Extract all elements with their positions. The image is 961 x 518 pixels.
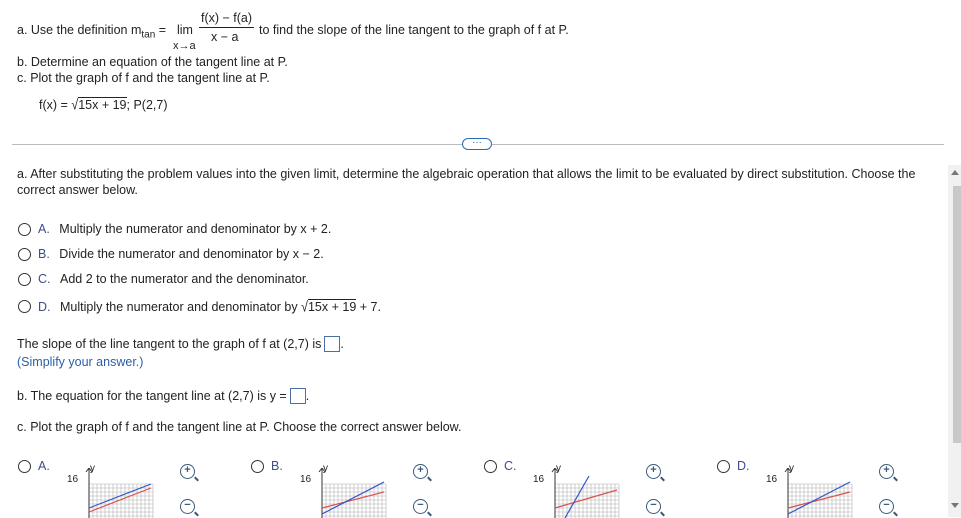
option-a-radio[interactable] xyxy=(18,223,31,236)
tangent-question: b. The equation for the tangent line at … xyxy=(17,388,309,404)
zoom-out-icon[interactable]: − xyxy=(180,499,195,514)
problem-a-suffix: to find the slope of the line tangent to… xyxy=(259,23,569,37)
problem-part-a: a. Use the definition mtan = xyxy=(17,23,166,41)
option-b-radio[interactable] xyxy=(18,248,31,261)
graph-a-y-tick: 16 xyxy=(67,474,79,485)
option-d-radio[interactable] xyxy=(18,300,31,313)
graph-c-radio[interactable] xyxy=(484,460,497,473)
graph-c-letter: C. xyxy=(504,459,517,473)
scroll-up-icon[interactable] xyxy=(951,170,959,175)
graph-a-letter: A. xyxy=(38,459,50,473)
option-a-letter: A. xyxy=(38,222,50,236)
scroll-down-icon[interactable] xyxy=(951,503,959,508)
problem-part-b: b. Determine an equation of the tangent … xyxy=(17,55,288,69)
equals-sign: = xyxy=(158,23,167,37)
sqrt-sign: √ xyxy=(301,298,308,316)
period: . xyxy=(340,337,344,351)
graph-choice-b[interactable]: B. 16 y + − xyxy=(250,458,440,518)
graph-b-tangent xyxy=(321,481,385,515)
option-d-radicand: 15x + 19 xyxy=(307,299,357,314)
limit-subscript: x→a xyxy=(173,40,196,52)
option-d[interactable]: D. Multiply the numerator and denominato… xyxy=(38,298,381,316)
graph-a-grid xyxy=(88,483,154,518)
period: . xyxy=(305,389,310,403)
option-b-letter: B. xyxy=(38,247,50,261)
slope-question: The slope of the line tangent to the gra… xyxy=(17,336,344,352)
definition-text: a. Use the definition m xyxy=(17,23,142,37)
graph-c-plot[interactable] xyxy=(545,468,625,518)
slope-answer-input[interactable] xyxy=(324,336,341,352)
option-d-suffix: + 7. xyxy=(359,300,381,314)
tangent-prompt: b. The equation for the tangent line at … xyxy=(17,389,287,403)
option-d-text: Multiply the numerator and denominator b… xyxy=(59,300,298,314)
graph-b-grid xyxy=(321,483,387,518)
fraction-bar xyxy=(199,27,254,28)
point-p: ; P(2,7) xyxy=(126,98,168,112)
zoom-in-icon[interactable]: + xyxy=(413,464,428,479)
zoom-in-icon[interactable]: + xyxy=(646,464,661,479)
option-a-text: Multiply the numerator and denominator b… xyxy=(59,222,332,236)
zoom-out-icon[interactable]: − xyxy=(879,499,894,514)
graph-d-radio[interactable] xyxy=(717,460,730,473)
graph-b-plot[interactable] xyxy=(312,468,392,518)
graph-d-tangent xyxy=(787,481,851,515)
question-a-text: a. After substituting the problem values… xyxy=(17,167,916,197)
simplify-hint: (Simplify your answer.) xyxy=(17,355,144,369)
more-button[interactable]: ··· xyxy=(462,138,492,150)
tan-subscript: tan xyxy=(141,29,156,41)
graph-b-letter: B. xyxy=(271,459,283,473)
graph-choice-a[interactable]: A. 16 y + − xyxy=(17,458,207,518)
graph-d-grid xyxy=(787,483,853,518)
function-radicand: 15x + 19 xyxy=(78,97,127,112)
option-b[interactable]: B. Divide the numerator and denominator … xyxy=(38,247,324,261)
slope-prompt: The slope of the line tangent to the gra… xyxy=(17,337,322,351)
option-c-text: Add 2 to the numerator and the denominat… xyxy=(59,272,309,286)
option-c-radio[interactable] xyxy=(18,273,31,286)
zoom-in-icon[interactable]: + xyxy=(180,464,195,479)
graph-choice-d[interactable]: D. 16 y + − xyxy=(716,458,906,518)
graph-c-grid xyxy=(554,483,620,518)
option-c[interactable]: C. Add 2 to the numerator and the denomi… xyxy=(38,272,309,286)
graph-d-plot[interactable] xyxy=(778,468,858,518)
option-b-text: Divide the numerator and denominator by … xyxy=(59,247,324,261)
option-a[interactable]: A. Multiply the numerator and denominato… xyxy=(38,222,331,236)
graph-c-curve xyxy=(554,489,618,509)
plot-prompt: c. Plot the graph of f and the tangent l… xyxy=(17,420,462,434)
graph-choice-c[interactable]: C. 16 y + − xyxy=(483,458,673,518)
function-lhs: f(x) = xyxy=(39,98,68,112)
problem-part-c: c. Plot the graph of f and the tangent l… xyxy=(17,71,270,85)
scrollbar-thumb[interactable] xyxy=(953,186,961,443)
sqrt-sign: √ xyxy=(71,96,79,114)
function-definition: f(x) = √15x + 19; P(2,7) xyxy=(39,96,168,114)
option-c-letter: C. xyxy=(38,272,51,286)
tangent-answer-input[interactable] xyxy=(289,388,306,404)
zoom-out-icon[interactable]: − xyxy=(413,499,428,514)
option-d-letter: D. xyxy=(38,300,51,314)
zoom-in-icon[interactable]: + xyxy=(879,464,894,479)
graph-a-radio[interactable] xyxy=(18,460,31,473)
graph-a-plot[interactable] xyxy=(79,468,159,518)
graph-b-y-tick: 16 xyxy=(300,474,312,485)
fraction-numerator: f(x) − f(a) xyxy=(201,11,253,25)
graph-d-y-tick: 16 xyxy=(766,474,778,485)
graph-b-radio[interactable] xyxy=(251,460,264,473)
graph-c-y-tick: 16 xyxy=(533,474,545,485)
limit-word: lim xyxy=(177,23,193,37)
graph-d-letter: D. xyxy=(737,459,750,473)
zoom-out-icon[interactable]: − xyxy=(646,499,661,514)
fraction-denominator: x − a xyxy=(211,30,239,44)
